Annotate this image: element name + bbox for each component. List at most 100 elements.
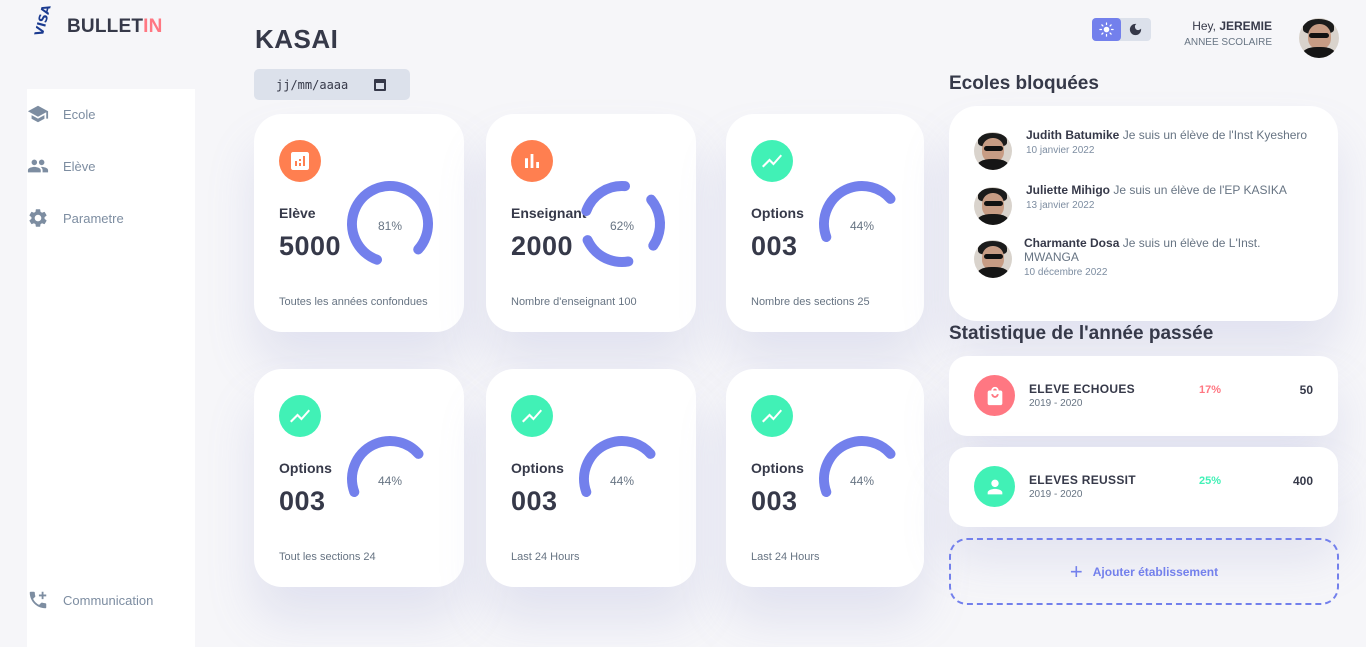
stat-item-failed[interactable]: ELEVE ECHOUES 2019 - 2020 17% 50 — [949, 356, 1338, 436]
dark-mode-button[interactable] — [1121, 18, 1150, 41]
profile-subtitle: ANNEE SCOLAIRE — [1184, 37, 1272, 48]
trending-icon — [290, 409, 310, 423]
add-school-label: Ajouter établissement — [1092, 564, 1219, 579]
trending-icon — [522, 409, 542, 423]
sidebar-item-ecole[interactable]: Ecole — [27, 102, 96, 126]
card-percent: 44% — [849, 219, 875, 233]
user-name: JEREMIE — [1219, 19, 1272, 33]
card-percent: 44% — [377, 474, 403, 488]
theme-toggle[interactable] — [1092, 18, 1151, 41]
sidebar-item-eleve[interactable]: Elève — [27, 154, 96, 178]
update-message: Charmante Dosa Je suis un élève de L'Ins… — [1024, 236, 1314, 280]
plus-icon: + — [1069, 558, 1083, 584]
people-icon — [27, 159, 49, 173]
stat-card-enseignant: Enseignant 2000 62% Nombre d'enseignant … — [486, 114, 696, 332]
blocked-schools-panel: Judith Batumike Je suis un élève de l'In… — [949, 106, 1338, 321]
stat-count: 400 — [1292, 474, 1313, 488]
stat-name: ELEVE ECHOUES — [1029, 382, 1135, 396]
stat-icon-badge — [974, 466, 1015, 507]
phone-add-icon — [29, 591, 47, 609]
stat-card-options: Options 003 44% Tout les sections 24 — [254, 369, 464, 587]
update-message: Judith Batumike Je suis un élève de l'In… — [1026, 128, 1316, 170]
list-item[interactable]: Charmante Dosa Je suis un élève de L'Ins… — [974, 236, 1314, 280]
trending-icon — [762, 154, 782, 168]
card-icon-badge — [279, 395, 321, 437]
add-school-button[interactable]: + Ajouter établissement — [949, 538, 1339, 605]
card-value: 003 — [511, 486, 558, 516]
update-message: Juliette Mihigo Je suis un élève de l'EP… — [1026, 183, 1316, 225]
card-title: Options — [279, 460, 332, 476]
card-footer: Toutes les années confondues — [279, 296, 428, 308]
brand-logo[interactable]: VISA BULLETIN — [31, 3, 163, 38]
sidebar-item-label: Elève — [63, 158, 96, 174]
sidebar-item-communication[interactable]: Communication — [27, 588, 153, 612]
card-title: Options — [511, 460, 564, 476]
card-footer: Tout les sections 24 — [279, 551, 376, 563]
card-value: 2000 — [511, 231, 574, 261]
person-icon — [987, 479, 1002, 494]
avatar[interactable] — [1299, 18, 1339, 58]
card-title: Options — [751, 205, 804, 221]
light-mode-button[interactable] — [1092, 18, 1121, 41]
sidebar-item-label: Parametre — [63, 210, 124, 226]
sidebar-item-parametre[interactable]: Parametre — [27, 206, 124, 230]
card-icon-badge — [751, 395, 793, 437]
list-item[interactable]: Judith Batumike Je suis un élève de l'In… — [974, 128, 1316, 170]
page-title: KASAI — [255, 24, 339, 54]
stat-card-options: Options 003 44% Last 24 Hours — [486, 369, 696, 587]
update-date: 10 janvier 2022 — [1026, 145, 1095, 156]
brand-name: BULLETIN — [67, 16, 163, 37]
stat-icon-badge — [974, 375, 1015, 416]
update-date: 10 décembre 2022 — [1024, 267, 1108, 278]
avatar — [974, 132, 1012, 170]
card-title: Elève — [279, 205, 316, 221]
stat-card-eleve: Elève 5000 81% Toutes les années confond… — [254, 114, 464, 332]
stat-name: ELEVES REUSSIT — [1029, 473, 1136, 487]
gear-icon — [29, 209, 47, 227]
stat-percent: 17% — [1198, 384, 1222, 396]
card-percent: 44% — [849, 474, 875, 488]
card-footer: Nombre d'enseignant 100 — [511, 296, 637, 308]
stat-card-options: Options 003 44% Nombre des sections 25 — [726, 114, 924, 332]
stat-year: 2019 - 2020 — [1029, 398, 1083, 409]
card-footer: Last 24 Hours — [511, 551, 580, 563]
card-percent: 44% — [609, 474, 635, 488]
avatar — [974, 240, 1012, 278]
trending-icon — [762, 409, 782, 423]
stat-item-success[interactable]: ELEVES REUSSIT 2019 - 2020 25% 400 — [949, 447, 1338, 527]
stat-card-options: Options 003 44% Last 24 Hours — [726, 369, 924, 587]
card-footer: Nombre des sections 25 — [751, 296, 870, 308]
chart-icon — [291, 152, 309, 170]
sidebar-item-label: Ecole — [63, 106, 96, 122]
calendar-icon[interactable] — [374, 78, 387, 91]
stat-year: 2019 - 2020 — [1029, 489, 1083, 500]
date-input[interactable]: jj/mm/aaaa — [254, 69, 410, 100]
visa-logo-mark: VISA — [31, 3, 54, 38]
shopping-bag-icon — [987, 386, 1002, 405]
card-title: Options — [751, 460, 804, 476]
list-item[interactable]: Juliette Mihigo Je suis un élève de l'EP… — [974, 183, 1316, 225]
card-icon-badge — [511, 395, 553, 437]
moon-icon — [1129, 23, 1142, 36]
card-value: 003 — [751, 486, 798, 516]
school-icon — [27, 105, 49, 123]
card-value: 003 — [279, 486, 326, 516]
stats-title: Statistique de l'année passée — [949, 323, 1214, 344]
stat-count: 50 — [1299, 383, 1313, 397]
profile-info: Hey, JEREMIE ANNEE SCOLAIRE — [1184, 19, 1272, 48]
update-date: 13 janvier 2022 — [1026, 200, 1095, 211]
card-percent: 62% — [609, 219, 635, 233]
greeting: Hey, JEREMIE — [1192, 19, 1272, 33]
avatar — [974, 187, 1012, 225]
card-icon-badge — [751, 140, 793, 182]
sidebar-item-label: Communication — [63, 592, 154, 608]
blocked-schools-title: Ecoles bloquées — [949, 73, 1099, 94]
card-footer: Last 24 Hours — [751, 551, 820, 563]
card-percent: 81% — [377, 219, 403, 233]
date-placeholder: jj/mm/aaaa — [276, 77, 349, 92]
card-value: 5000 — [279, 231, 342, 261]
card-value: 003 — [751, 231, 798, 261]
sun-icon — [1099, 22, 1114, 37]
card-icon-badge — [511, 140, 553, 182]
bar-chart-icon — [525, 154, 539, 168]
